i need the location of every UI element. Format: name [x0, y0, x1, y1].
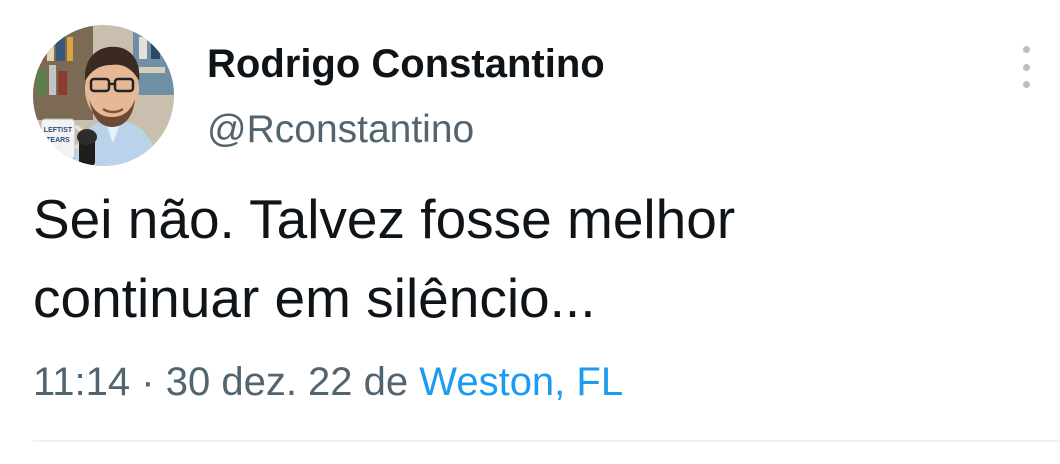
more-dot — [1022, 46, 1030, 53]
tweet: LEFTIST TEARS Rodrigo Constantino @Rcons… — [0, 0, 1060, 464]
tweet-date[interactable]: 30 dez. 22 — [166, 360, 353, 404]
tweet-text-line: continuar em silêncio... — [33, 267, 596, 329]
avatar-mug-text-2: TEARS — [46, 137, 70, 144]
avatar-mug-text-1: LEFTIST — [44, 127, 73, 134]
meta-separator: · — [141, 360, 155, 404]
divider — [33, 440, 1060, 442]
tweet-text-line: Sei não. Talvez fosse melhor — [33, 188, 736, 250]
avatar-photo: LEFTIST TEARS — [33, 25, 174, 166]
more-vertical-icon[interactable] — [1012, 46, 1040, 88]
user-handle[interactable]: @Rconstantino — [207, 106, 474, 154]
more-dot — [1022, 81, 1030, 88]
avatar[interactable]: LEFTIST TEARS — [33, 25, 174, 166]
tweet-meta: 11:14 · 30 dez. 22 de Weston, FL — [33, 356, 623, 408]
tweet-text: Sei não. Talvez fosse melhor continuar e… — [33, 180, 1013, 338]
tweet-time[interactable]: 11:14 — [33, 360, 130, 404]
display-name[interactable]: Rodrigo Constantino — [207, 40, 605, 88]
meta-from-word: de — [363, 360, 409, 404]
location-link[interactable]: Weston, FL — [419, 360, 623, 404]
more-dot — [1022, 63, 1030, 71]
